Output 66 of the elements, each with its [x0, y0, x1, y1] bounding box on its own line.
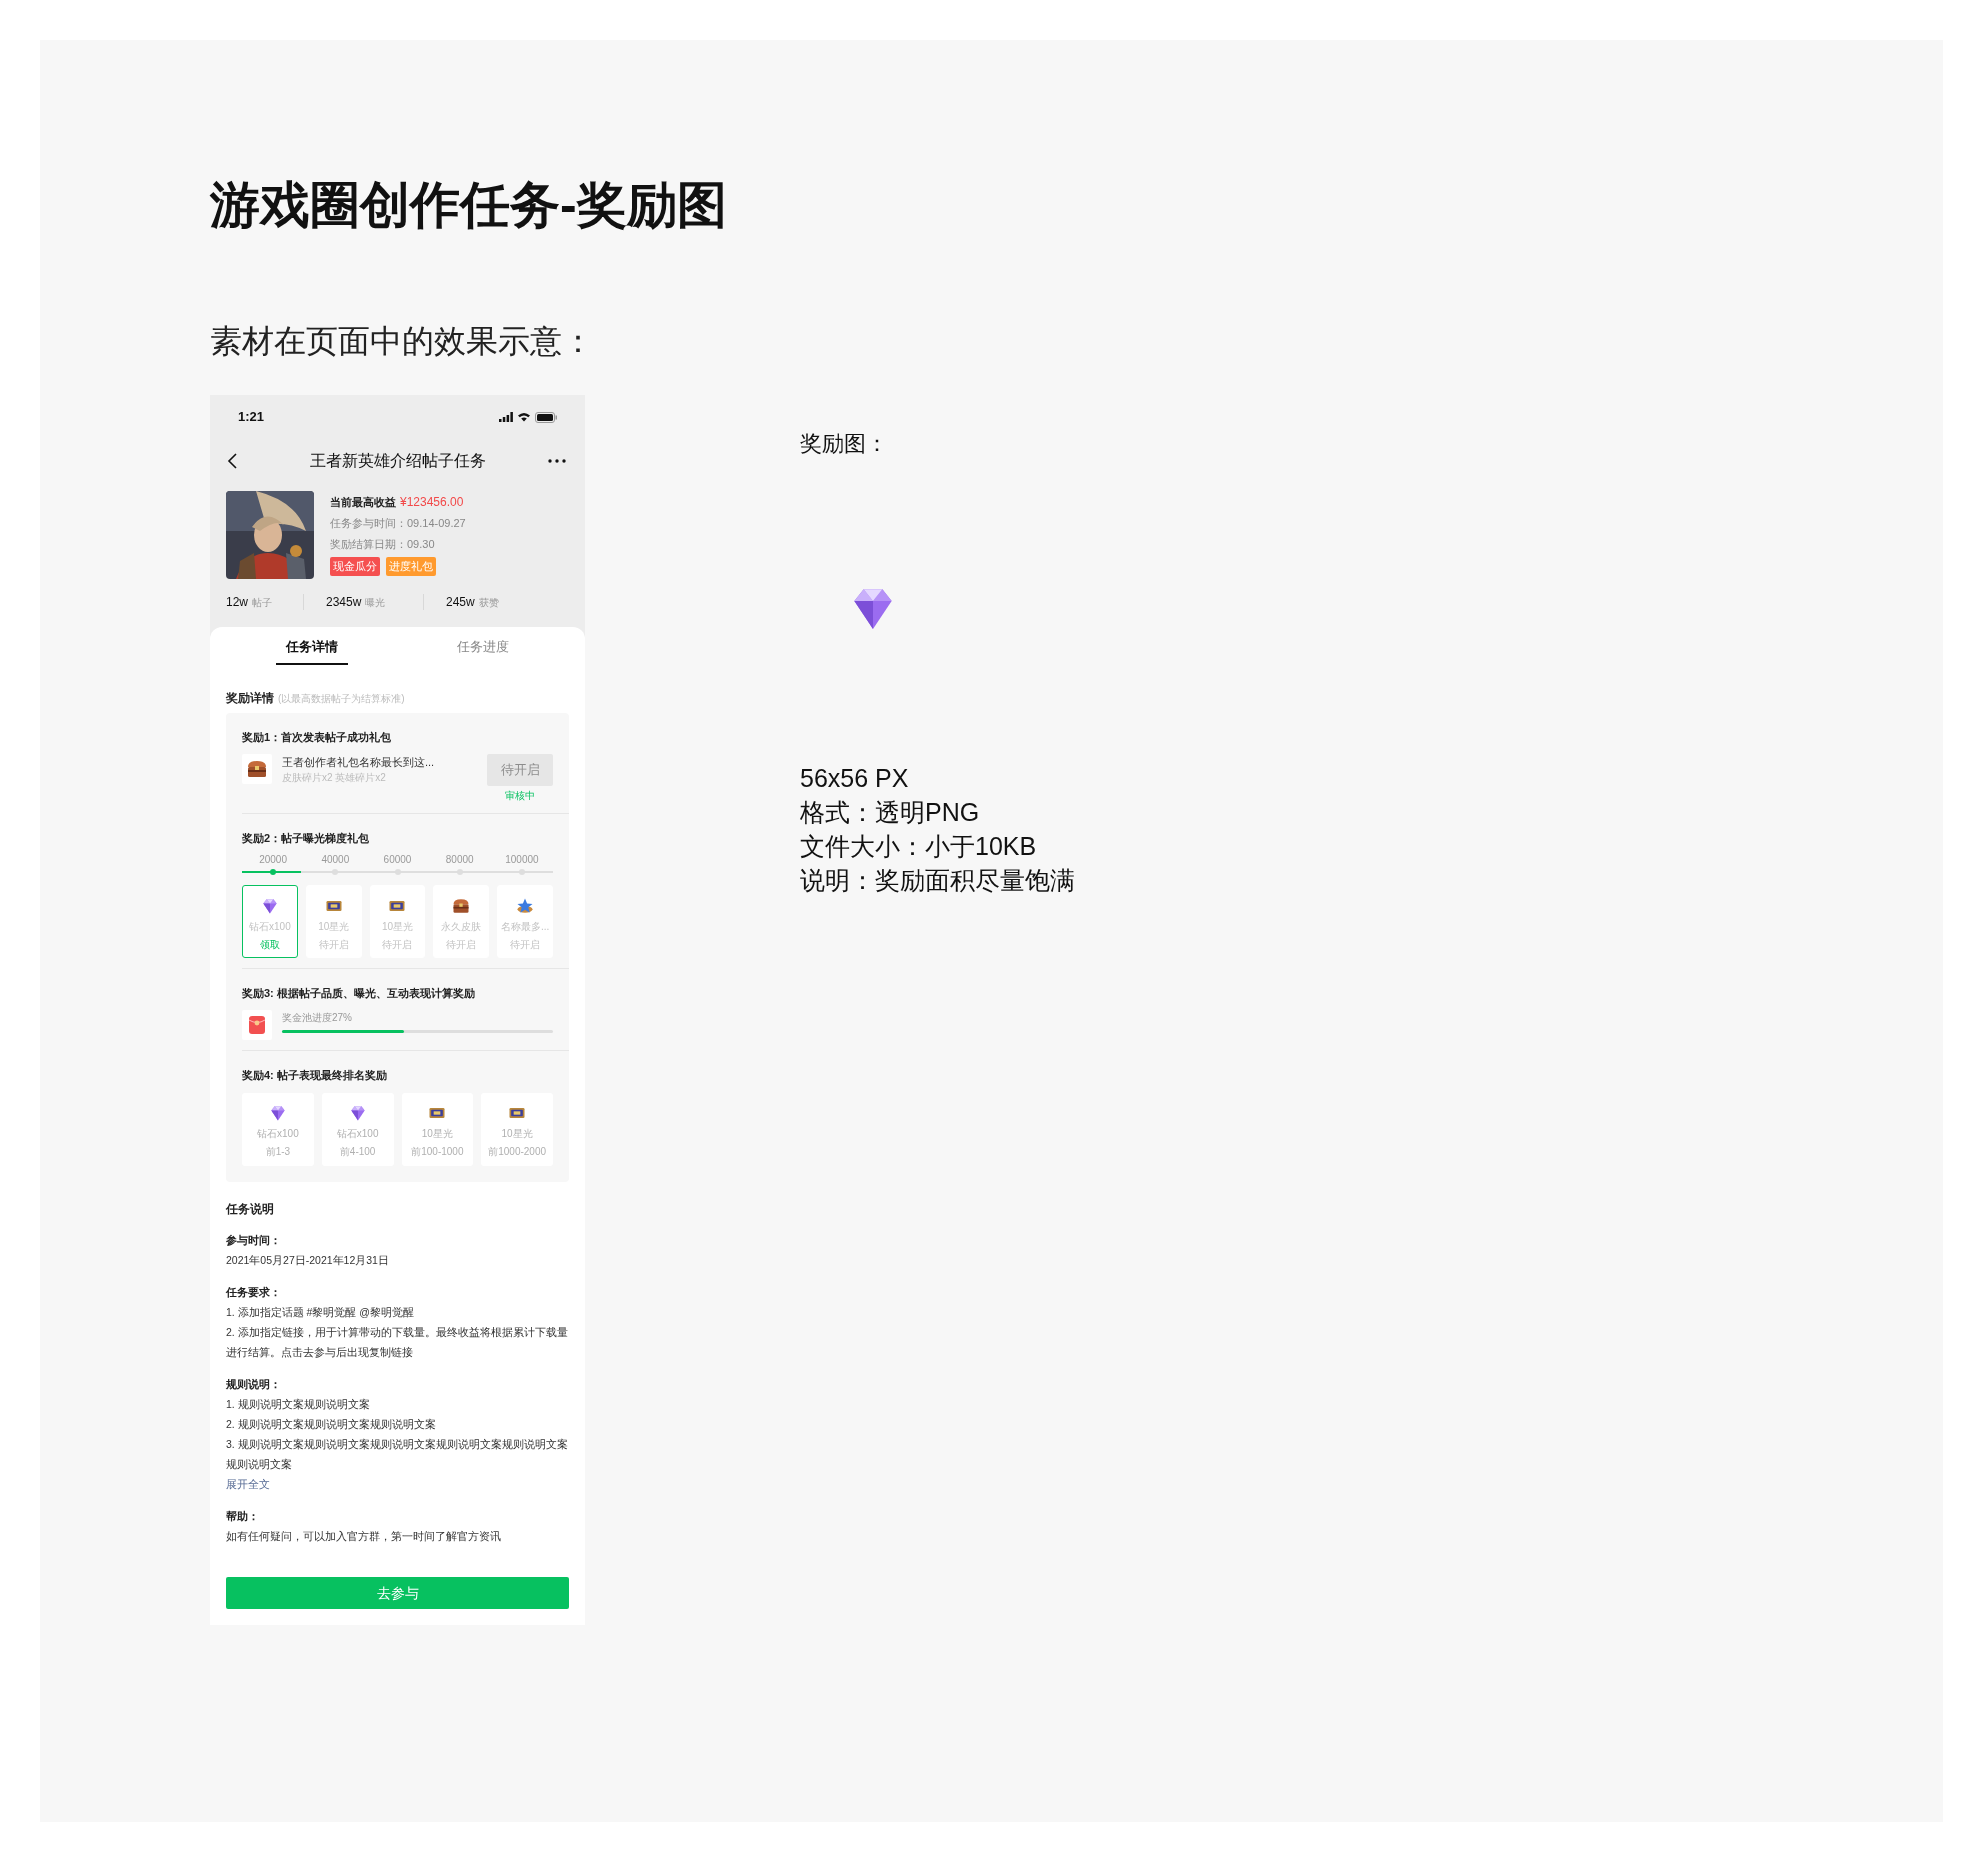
earnings-value: ¥123456.00 [400, 494, 464, 511]
info-heading: 帮助： [226, 1509, 260, 1524]
rank-range: 前100-1000 [411, 1145, 464, 1159]
gift-name: 王者创作者礼包名称最长到这... [282, 754, 436, 770]
asset-label: 奖励图： [800, 430, 889, 458]
milestone-label: 20000 [258, 853, 288, 867]
review-status: 审核中 [505, 788, 535, 803]
milestone-label: 40000 [320, 853, 351, 867]
join-button[interactable]: 去参与 [226, 1577, 569, 1609]
info-text: 如有任何疑问，可以加入官方群，第一时间了解官方资讯 [226, 1529, 502, 1544]
info-text: 2. 添加指定链接，用于计算带动的下载量。最终收益将根据累计下载量进行结算。点击去参与后出现复制链接 [226, 1325, 569, 1360]
nav-title: 王者新英雄介绍帖子任务 [308, 451, 487, 471]
info-heading: 规则说明： [226, 1377, 282, 1392]
more-icon [548, 459, 566, 463]
tab[interactable]: 任务详情 [226, 627, 398, 671]
rank-reward-name: 10星光 [501, 1127, 533, 1141]
rank-range: 前1000-2000 [488, 1145, 547, 1159]
chest-icon [451, 896, 472, 916]
info-text: 3. 规则说明文案规则说明文案规则说明文案规则说明文案规则说明文案规则说明文案 [226, 1437, 569, 1472]
section-title: 任务说明 [226, 1201, 275, 1218]
tag: 进度礼包 [386, 557, 436, 576]
reward-title: 奖励1：首次发表帖子成功礼包 [242, 730, 393, 745]
stat-value: 245w [446, 594, 475, 611]
info-heading: 参与时间： [226, 1233, 282, 1248]
expand-link[interactable]: 展开全文 [226, 1474, 270, 1494]
spec-line: 说明：奖励面积尽量饱满 [800, 865, 1075, 896]
spec-line: 格式：透明PNG [800, 797, 981, 828]
stat-unit: 获赞 [478, 596, 499, 610]
signal-icon [499, 412, 513, 422]
battery-icon [535, 411, 557, 423]
milestone-label: 60000 [382, 853, 413, 867]
wifi-icon [517, 412, 531, 422]
reward-title: 奖励2：帖子曝光梯度礼包 [242, 830, 371, 846]
info-heading: 任务要求： [226, 1285, 282, 1300]
info-text: 2. 规则说明文案规则说明文案规则说明文案 [226, 1417, 437, 1432]
status-time: 1:21 [238, 408, 265, 427]
stat-unit: 曝光 [365, 596, 386, 610]
stat-value: 2345w [326, 594, 362, 611]
section-note: (以最高数据帖子为结算标准) [278, 692, 405, 706]
task-time: 任务参与时间：09.14-09.27 [330, 516, 466, 531]
reward-title: 奖励3: 根据帖子品质、曝光、互动表现计算奖励 [242, 986, 476, 1001]
info-text: 2021年05月27日-2021年12月31日 [226, 1253, 390, 1268]
page-title: 游戏圈创作任务-奖励图 [210, 180, 728, 230]
tier-status: 领取 [259, 938, 280, 952]
earnings-label: 当前最高收益 [330, 495, 396, 510]
tag: 现金瓜分 [330, 557, 380, 576]
page-subtitle: 素材在页面中的效果示意： [210, 325, 595, 357]
back-icon [226, 452, 238, 470]
pool-progress-label: 奖金池进度27% [282, 1010, 353, 1025]
milestone-label: 100000 [504, 853, 540, 867]
info-text: 1. 添加指定话题 #黎明觉醒 @黎明觉醒 [226, 1305, 415, 1320]
spec-line: 56x56 PX [800, 763, 910, 794]
section-title: 奖励详情 [226, 690, 274, 707]
milestone-label: 80000 [444, 853, 475, 867]
info-text: 1. 规则说明文案规则说明文案 [226, 1397, 371, 1412]
stat-value: 12w [226, 594, 248, 611]
settle-date: 奖励结算日期：09.30 [330, 536, 436, 552]
reward-title: 奖励4: 帖子表现最终排名奖励 [242, 1067, 388, 1083]
spec-line: 文件大小：小于10KB [800, 831, 1038, 862]
stat-unit: 帖子 [252, 596, 272, 610]
tab[interactable]: 任务进度 [397, 627, 569, 671]
rank-reward-name: 10星光 [421, 1127, 453, 1141]
rank-reward-name: 钻石x100 [257, 1127, 299, 1141]
rank-reward-name: 钻石x100 [336, 1127, 379, 1141]
rank-range: 前4-100 [339, 1145, 376, 1159]
rank-range: 前1-3 [265, 1145, 291, 1159]
